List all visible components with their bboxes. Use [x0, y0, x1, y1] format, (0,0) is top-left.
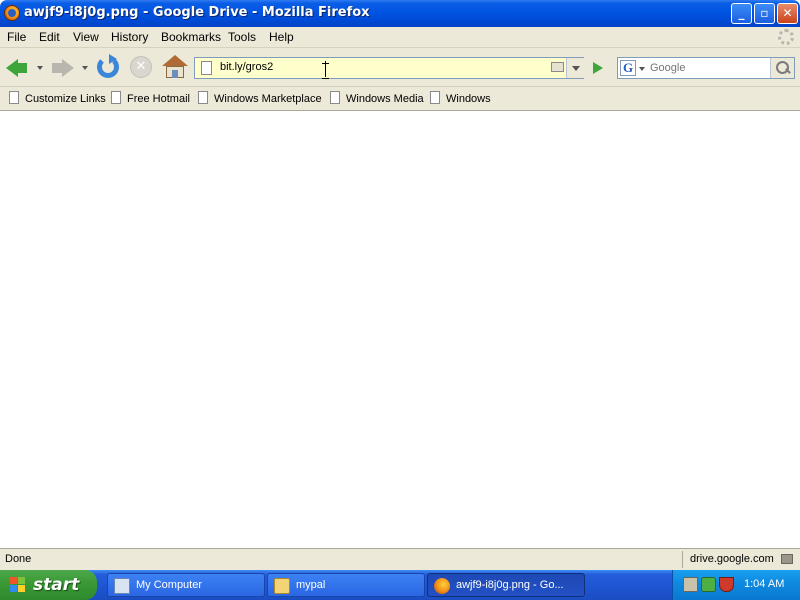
taskbar-item-my-computer[interactable]: My Computer — [107, 573, 265, 597]
close-icon: ✕ — [782, 6, 793, 20]
url-text[interactable]: bit.ly/gros2 — [220, 61, 273, 73]
task-label: mypal — [296, 579, 326, 591]
window-titlebar[interactable]: awjf9-i8j0g.png - Google Drive - Mozilla… — [0, 0, 800, 27]
task-label: awjf9-i8j0g.png - Go... — [456, 579, 564, 591]
start-label: start — [33, 575, 80, 595]
back-history-dropdown-icon[interactable] — [37, 66, 43, 70]
home-icon[interactable] — [161, 53, 189, 81]
site-identity-icon[interactable] — [551, 62, 564, 72]
page-icon — [201, 61, 212, 75]
bookmark-label: Windows — [446, 93, 491, 105]
bookmark-windows-media[interactable]: Windows Media — [330, 91, 424, 107]
bookmark-label: Windows Marketplace — [214, 93, 322, 105]
maximize-icon: ▫ — [760, 6, 769, 20]
windows-logo-icon — [10, 577, 26, 593]
maximize-button[interactable]: ▫ — [754, 3, 775, 24]
stop-button[interactable]: ✕ — [128, 53, 156, 81]
menu-file[interactable]: File — [7, 30, 26, 44]
stop-icon: ✕ — [130, 56, 152, 78]
search-icon[interactable] — [770, 58, 794, 78]
bookmark-page-icon — [198, 91, 208, 104]
bookmark-page-icon — [9, 91, 19, 104]
close-button[interactable]: ✕ — [777, 3, 798, 24]
bookmark-page-icon — [430, 91, 440, 104]
menu-tools[interactable]: Tools — [228, 30, 256, 44]
bookmark-label: Free Hotmail — [127, 93, 190, 105]
minimize-icon: _ — [738, 6, 745, 20]
menu-view[interactable]: View — [73, 30, 99, 44]
taskbar-item-mypal[interactable]: mypal — [267, 573, 425, 597]
firefox-icon — [4, 5, 20, 21]
page-content[interactable] — [0, 112, 800, 548]
menu-edit[interactable]: Edit — [39, 30, 60, 44]
menu-bookmarks[interactable]: Bookmarks — [161, 30, 221, 44]
taskbar-item-firefox[interactable]: awjf9-i8j0g.png - Go... — [427, 573, 585, 597]
search-input[interactable] — [650, 62, 768, 74]
bookmarks-toolbar: Customize Links Free Hotmail Windows Mar… — [0, 87, 800, 111]
ibeam-cursor-icon — [322, 63, 330, 79]
bookmark-windows[interactable]: Windows — [430, 91, 491, 107]
network-icon[interactable] — [683, 577, 698, 592]
google-engine-icon[interactable]: G — [620, 60, 636, 76]
firefox-icon — [434, 578, 450, 594]
security-lock-icon[interactable] — [781, 554, 793, 564]
clock[interactable]: 1:04 AM — [744, 578, 784, 590]
bookmark-page-icon — [330, 91, 340, 104]
bookmark-label: Windows Media — [346, 93, 424, 105]
updates-icon[interactable] — [701, 577, 716, 592]
engine-dropdown-icon[interactable] — [639, 67, 645, 71]
status-bar: Done drive.google.com — [0, 548, 800, 570]
computer-icon — [114, 578, 130, 594]
forward-arrow-icon[interactable] — [50, 53, 78, 81]
go-arrow-icon[interactable] — [588, 57, 608, 79]
bookmark-free-hotmail[interactable]: Free Hotmail — [111, 91, 190, 107]
search-bar[interactable]: G — [617, 57, 795, 79]
throbber-icon — [778, 29, 794, 45]
url-bar[interactable]: bit.ly/gros2 — [194, 57, 584, 79]
security-shield-icon[interactable] — [719, 577, 734, 592]
menu-help[interactable]: Help — [269, 30, 294, 44]
back-arrow-icon[interactable] — [4, 53, 32, 81]
forward-history-dropdown-icon[interactable] — [82, 66, 88, 70]
taskbar: start My Computer mypal awjf9-i8j0g.png … — [0, 570, 800, 600]
menu-bar: File Edit View History Bookmarks Tools H… — [0, 27, 800, 48]
url-history-dropdown-icon[interactable] — [566, 58, 584, 78]
status-divider — [682, 551, 683, 568]
bookmark-page-icon — [111, 91, 121, 104]
reload-icon[interactable] — [95, 53, 123, 81]
start-button[interactable]: start — [0, 570, 97, 600]
folder-icon — [274, 578, 290, 594]
bookmark-customize-links[interactable]: Customize Links — [9, 91, 106, 107]
bookmark-windows-marketplace[interactable]: Windows Marketplace — [198, 91, 322, 107]
task-label: My Computer — [136, 579, 203, 591]
window-title: awjf9-i8j0g.png - Google Drive - Mozilla… — [24, 5, 370, 20]
bookmark-label: Customize Links — [25, 93, 106, 105]
system-tray: 1:04 AM — [672, 570, 800, 600]
menu-history[interactable]: History — [111, 30, 148, 44]
minimize-button[interactable]: _ — [731, 3, 752, 24]
status-domain: drive.google.com — [690, 553, 774, 565]
status-text: Done — [5, 553, 32, 565]
